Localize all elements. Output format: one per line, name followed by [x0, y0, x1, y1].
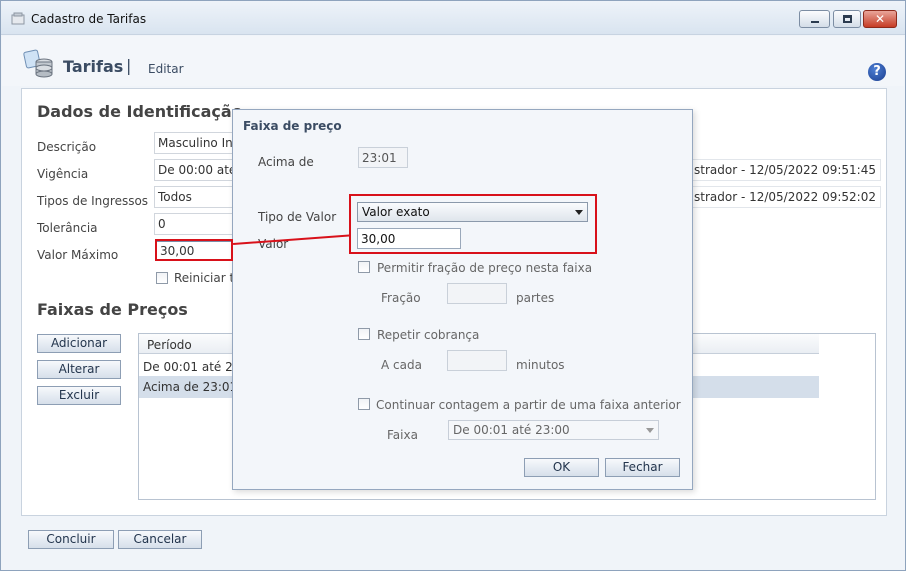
page-title: Tarifas — [63, 57, 124, 76]
continuar-checkbox[interactable] — [358, 398, 370, 410]
minimize-button[interactable] — [799, 10, 830, 28]
dialog-title: Faixa de preço — [243, 119, 342, 133]
adicionar-button[interactable]: Adicionar — [37, 334, 121, 353]
vigencia-label: Vigência — [37, 167, 89, 181]
excluir-button[interactable]: Excluir — [37, 386, 121, 405]
descricao-label: Descrição — [37, 140, 97, 154]
faixa-preco-dialog: Faixa de preço Acima de 23:01 Tipo de Va… — [232, 109, 693, 490]
maximize-button[interactable] — [833, 10, 861, 28]
descricao-field[interactable]: Masculino Int — [154, 132, 234, 154]
valor-maximo-label: Valor Máximo — [37, 248, 119, 262]
title-separator: | — [126, 56, 132, 75]
identificacao-title: Dados de Identificação — [37, 102, 243, 121]
tipos-audit: strador - 12/05/2022 09:52:02 — [687, 186, 881, 208]
app-icon — [11, 12, 25, 25]
chevron-down-icon — [646, 428, 654, 433]
a-cada-input — [447, 350, 507, 371]
app-window: Cadastro de Tarifas ✕ Tarifas | Editar ?… — [0, 0, 906, 571]
a-cada-unit: minutos — [516, 358, 565, 372]
page-header: Tarifas | Editar ? — [2, 36, 904, 86]
periodo-column: Período — [147, 338, 192, 352]
ok-button[interactable]: OK — [524, 458, 599, 477]
concluir-button[interactable]: Concluir — [28, 530, 114, 549]
vigencia-field[interactable]: De 00:00 até — [154, 159, 234, 181]
tolerancia-label: Tolerância — [37, 221, 98, 235]
tipo-valor-label: Tipo de Valor — [258, 210, 337, 224]
reiniciar-checkbox[interactable] — [156, 272, 168, 284]
acima-de-field: 23:01 — [358, 147, 408, 168]
tarifas-icon — [23, 49, 53, 78]
tipos-label: Tipos de Ingressos — [37, 194, 149, 208]
repetir-checkbox[interactable] — [358, 328, 370, 340]
cancelar-button[interactable]: Cancelar — [118, 530, 202, 549]
alterar-button[interactable]: Alterar — [37, 360, 121, 379]
title-bar[interactable]: Cadastro de Tarifas ✕ — [1, 1, 905, 35]
fechar-button[interactable]: Fechar — [605, 458, 680, 477]
fracao-checkbox[interactable] — [358, 261, 370, 273]
fracao-check-label: Permitir fração de preço nesta faixa — [377, 261, 593, 275]
vigencia-audit: strador - 12/05/2022 09:51:45 — [687, 159, 881, 181]
valor-maximo-highlight — [155, 239, 233, 261]
fracao-input — [447, 283, 507, 304]
faixa-label: Faixa — [387, 428, 418, 442]
tipo-valor-highlight — [349, 194, 597, 254]
tipos-field[interactable]: Todos — [154, 186, 234, 208]
maximize-icon — [843, 15, 852, 23]
faixa-select: De 00:01 até 23:00 — [448, 420, 659, 440]
acima-de-label: Acima de — [258, 155, 314, 169]
a-cada-label: A cada — [381, 358, 422, 372]
reiniciar-label: Reiniciar t — [174, 271, 235, 285]
minimize-icon — [811, 21, 819, 23]
fracao-label: Fração — [381, 291, 421, 305]
repetir-check-label: Repetir cobrança — [377, 328, 480, 342]
faixas-title: Faixas de Preços — [37, 300, 188, 319]
fracao-unit: partes — [516, 291, 555, 305]
continuar-check-label: Continuar contagem a partir de uma faixa… — [376, 398, 681, 412]
help-icon[interactable]: ? — [868, 63, 886, 81]
page-mode: Editar — [148, 62, 184, 76]
close-icon: ✕ — [875, 12, 886, 26]
tolerancia-field[interactable]: 0 — [154, 213, 234, 235]
faixa-selected: De 00:01 até 23:00 — [453, 423, 570, 437]
close-button[interactable]: ✕ — [863, 10, 897, 28]
window-title: Cadastro de Tarifas — [31, 12, 147, 26]
